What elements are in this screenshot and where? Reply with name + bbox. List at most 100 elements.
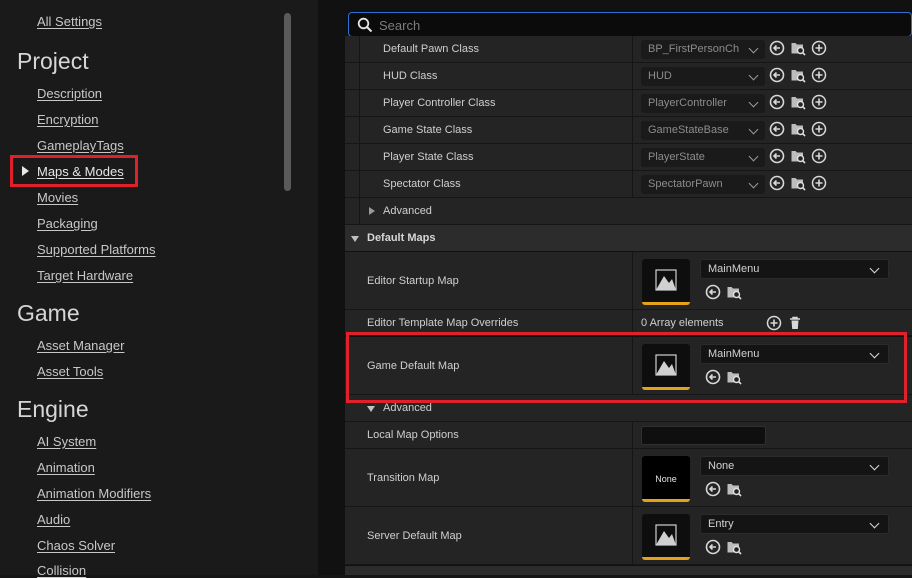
class-combo[interactable]: PlayerState <box>641 148 765 167</box>
chevron-down-icon <box>869 518 880 529</box>
create-new-icon[interactable] <box>811 40 827 56</box>
sidebar-item-ai-system[interactable]: AI System <box>37 434 96 449</box>
use-selected-icon[interactable] <box>769 94 785 110</box>
class-row-label: Player Controller Class <box>383 97 496 109</box>
sidebar-item-asset-manager[interactable]: Asset Manager <box>37 338 124 353</box>
chevron-down-icon <box>748 97 759 108</box>
use-selected-icon[interactable] <box>705 481 721 497</box>
section-game-heading: Game <box>17 300 80 326</box>
sidebar-scrollbar[interactable] <box>284 13 291 191</box>
transition-map-combo[interactable]: None <box>700 456 889 476</box>
chevron-down-icon <box>748 70 759 81</box>
array-count: 0 Array elements <box>641 317 724 329</box>
local-map-options-input[interactable] <box>641 426 766 445</box>
browse-asset-icon[interactable] <box>726 539 742 555</box>
default-maps-header[interactable]: Default Maps <box>345 225 912 251</box>
browse-asset-icon[interactable] <box>790 67 806 83</box>
use-selected-icon[interactable] <box>769 121 785 137</box>
class-row: Default Pawn Class BP_FirstPersonCh <box>345 36 912 63</box>
map-thumbnail[interactable] <box>642 259 690 305</box>
class-row-label: Spectator Class <box>383 178 461 190</box>
sidebar-item-description[interactable]: Description <box>37 86 102 101</box>
sidebar-item-packaging[interactable]: Packaging <box>37 216 98 231</box>
class-row-label: Default Pawn Class <box>383 43 479 55</box>
sidebar-item-audio[interactable]: Audio <box>37 512 70 527</box>
class-combo[interactable]: SpectatorPawn <box>641 175 765 194</box>
class-combo[interactable]: PlayerController <box>641 94 765 113</box>
sidebar-item-movies[interactable]: Movies <box>37 190 78 205</box>
sidebar-item-encryption[interactable]: Encryption <box>37 112 98 127</box>
class-actions <box>769 148 827 164</box>
advanced-row-collapsed[interactable]: Advanced <box>345 198 912 225</box>
browse-asset-icon[interactable] <box>726 481 742 497</box>
combo-value: PlayerState <box>648 151 705 163</box>
server-default-map-combo[interactable]: Entry <box>700 514 889 534</box>
local-map-options-label: Local Map Options <box>367 429 459 441</box>
browse-asset-icon[interactable] <box>790 121 806 137</box>
class-actions <box>769 40 827 56</box>
search-input[interactable] <box>379 16 899 34</box>
sidebar-item-supported-platforms[interactable]: Supported Platforms <box>37 242 156 257</box>
map-asset-icon <box>655 269 677 291</box>
editor-startup-map-label: Editor Startup Map <box>367 275 459 287</box>
chevron-down-icon <box>748 124 759 135</box>
create-new-icon[interactable] <box>811 148 827 164</box>
map-thumbnail[interactable] <box>642 514 690 560</box>
expand-arrow-icon <box>369 207 375 215</box>
class-actions <box>769 121 827 137</box>
chevron-down-icon <box>869 263 880 274</box>
combo-value: HUD <box>648 70 672 82</box>
trash-icon[interactable] <box>787 315 803 331</box>
use-selected-icon[interactable] <box>705 539 721 555</box>
use-selected-icon[interactable] <box>769 175 785 191</box>
use-selected-icon[interactable] <box>705 284 721 300</box>
settings-sidebar: All Settings Project Description Encrypt… <box>0 0 318 578</box>
class-actions <box>769 94 827 110</box>
sidebar-item-animation[interactable]: Animation <box>37 460 95 475</box>
class-combo[interactable]: BP_FirstPersonCh <box>641 40 765 59</box>
sidebar-item-gameplaytags[interactable]: GameplayTags <box>37 138 124 153</box>
browse-asset-icon[interactable] <box>790 94 806 110</box>
create-new-icon[interactable] <box>811 67 827 83</box>
chevron-down-icon <box>869 460 880 471</box>
sidebar-item-chaos-solver[interactable]: Chaos Solver <box>37 538 115 553</box>
use-selected-icon[interactable] <box>769 40 785 56</box>
browse-asset-icon[interactable] <box>790 148 806 164</box>
create-new-icon[interactable] <box>811 94 827 110</box>
combo-value: PlayerController <box>648 97 727 109</box>
browse-asset-icon[interactable] <box>790 175 806 191</box>
none-thumbnail-text: None <box>655 474 677 484</box>
class-combo[interactable]: GameStateBase <box>641 121 765 140</box>
class-actions <box>769 67 827 83</box>
browse-asset-icon[interactable] <box>726 284 742 300</box>
class-combo[interactable]: HUD <box>641 67 765 86</box>
chevron-down-icon <box>748 178 759 189</box>
advanced-label: Advanced <box>383 402 432 414</box>
default-maps-title: Default Maps <box>367 232 436 244</box>
sidebar-item-collision[interactable]: Collision <box>37 563 86 578</box>
server-default-map-label: Server Default Map <box>367 530 462 542</box>
add-element-icon[interactable] <box>766 315 782 331</box>
search-box[interactable] <box>348 12 912 37</box>
class-row: Player Controller Class PlayerController <box>345 90 912 117</box>
next-section-header <box>345 566 912 575</box>
editor-startup-map-combo[interactable]: MainMenu <box>700 259 889 279</box>
use-selected-icon[interactable] <box>769 67 785 83</box>
browse-asset-icon[interactable] <box>790 40 806 56</box>
server-default-map-row: Server Default Map Entry <box>345 507 912 565</box>
editor-startup-map-row: Editor Startup Map MainMenu <box>345 252 912 310</box>
sidebar-item-target-hardware[interactable]: Target Hardware <box>37 268 133 283</box>
class-row-label: Player State Class <box>383 151 474 163</box>
empty-thumbnail[interactable]: None <box>642 456 690 502</box>
collapse-arrow-icon <box>367 406 375 412</box>
sidebar-item-animation-modifiers[interactable]: Animation Modifiers <box>37 486 151 501</box>
advanced-label: Advanced <box>383 205 432 217</box>
create-new-icon[interactable] <box>811 175 827 191</box>
editor-template-overrides-label: Editor Template Map Overrides <box>367 317 519 329</box>
use-selected-icon[interactable] <box>769 148 785 164</box>
create-new-icon[interactable] <box>811 121 827 137</box>
sidebar-item-asset-tools[interactable]: Asset Tools <box>37 364 103 379</box>
class-row: HUD Class HUD <box>345 63 912 90</box>
combo-value: None <box>708 460 735 472</box>
all-settings-link[interactable]: All Settings <box>37 14 102 29</box>
